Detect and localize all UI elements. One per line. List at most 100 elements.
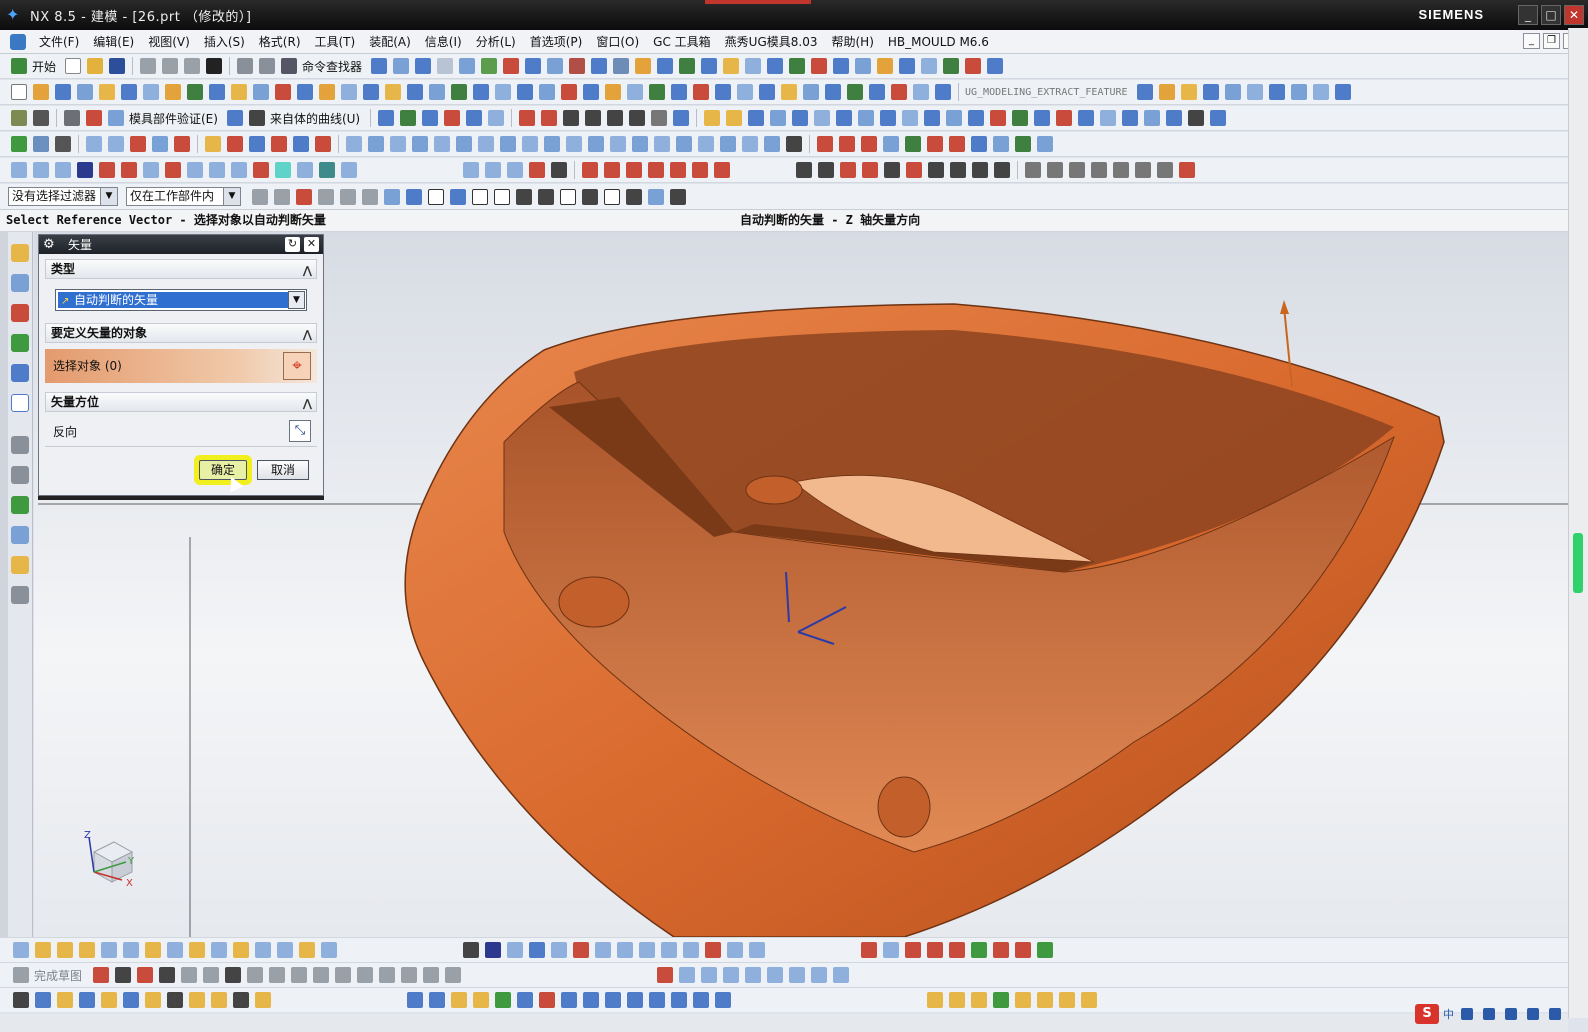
sketch-icon[interactable] <box>11 84 27 100</box>
tool-icon[interactable] <box>321 942 337 958</box>
tool-icon[interactable] <box>883 136 899 152</box>
tool-icon[interactable] <box>473 992 489 1008</box>
tool-icon[interactable] <box>906 162 922 178</box>
tool-icon[interactable] <box>946 110 963 126</box>
tool-icon[interactable] <box>683 942 699 958</box>
tool-icon[interactable] <box>33 162 49 178</box>
tool-icon[interactable] <box>770 110 787 126</box>
tool-icon[interactable] <box>86 110 102 126</box>
tool-icon[interactable] <box>315 136 331 152</box>
tool-icon[interactable] <box>11 110 27 126</box>
tool-icon[interactable] <box>77 162 93 178</box>
snap-icon[interactable] <box>648 188 664 205</box>
tool-icon[interactable] <box>1290 84 1307 100</box>
tool-icon[interactable] <box>905 942 921 958</box>
tool-icon[interactable] <box>293 136 309 152</box>
tool-icon[interactable] <box>187 162 203 178</box>
tool-icon[interactable] <box>529 162 545 178</box>
menu-hb-mould[interactable]: HB_MOULD M6.6 <box>881 35 996 49</box>
tray-icon[interactable] <box>1461 1008 1473 1020</box>
tool-icon[interactable] <box>582 162 598 178</box>
menu-analysis[interactable]: 分析(L) <box>469 33 523 50</box>
tool-icon[interactable] <box>291 967 308 983</box>
tool-icon[interactable] <box>1144 110 1161 126</box>
tool-icon[interactable] <box>583 84 599 100</box>
tool-icon[interactable] <box>993 992 1009 1008</box>
tool-icon[interactable] <box>357 967 374 983</box>
tool-icon[interactable] <box>583 992 599 1008</box>
tool-icon[interactable] <box>93 967 110 983</box>
tool-icon[interactable] <box>679 967 696 983</box>
tool-icon[interactable] <box>346 136 362 152</box>
tool-icon[interactable] <box>588 136 604 152</box>
collapse-icon[interactable]: ⋀ <box>303 262 312 280</box>
filter-icon[interactable] <box>318 188 334 205</box>
minimize-icon[interactable]: _ <box>1518 5 1538 25</box>
tool-icon[interactable] <box>13 942 29 958</box>
tool-icon[interactable] <box>749 942 765 958</box>
tool-icon[interactable] <box>1157 162 1173 178</box>
tool-icon[interactable] <box>704 110 721 126</box>
tool-icon[interactable] <box>745 58 762 74</box>
redo-icon[interactable] <box>259 58 276 74</box>
menu-tools[interactable]: 工具(T) <box>308 33 363 50</box>
tool-icon[interactable] <box>86 136 102 152</box>
tool-icon[interactable] <box>591 58 608 74</box>
tool-icon[interactable] <box>167 942 183 958</box>
tool-icon[interactable] <box>253 84 269 100</box>
tool-icon[interactable] <box>715 84 731 100</box>
snap-icon[interactable] <box>670 188 686 205</box>
tool-icon[interactable] <box>255 992 271 1008</box>
rectangle-icon[interactable] <box>884 162 900 178</box>
snap-center-icon[interactable] <box>560 188 576 205</box>
section-type-header[interactable]: 类型 ⋀ <box>45 259 317 279</box>
tool-icon[interactable] <box>57 992 73 1008</box>
tool-icon[interactable] <box>101 942 117 958</box>
tool-icon[interactable] <box>390 136 406 152</box>
tool-icon[interactable] <box>566 136 582 152</box>
tool-icon[interactable] <box>13 992 29 1008</box>
tool-icon[interactable] <box>671 992 687 1008</box>
circle-icon[interactable] <box>972 162 988 178</box>
tool-icon[interactable] <box>935 84 951 100</box>
tool-icon[interactable] <box>990 110 1007 126</box>
reverse-direction-icon[interactable]: ⤡ <box>289 420 311 442</box>
tool-icon[interactable] <box>485 162 501 178</box>
tool-icon[interactable] <box>836 110 853 126</box>
tool-icon[interactable] <box>817 136 833 152</box>
menu-insert[interactable]: 插入(S) <box>197 33 252 50</box>
tool-icon[interactable] <box>737 84 753 100</box>
tool-icon[interactable] <box>654 136 670 152</box>
tool-icon[interactable] <box>723 967 740 983</box>
extract-feature-label[interactable]: UG_MODELING_EXTRACT_FEATURE <box>965 87 1128 98</box>
tool-icon[interactable] <box>635 58 652 74</box>
tool-icon[interactable] <box>189 992 205 1008</box>
tool-icon[interactable] <box>478 136 494 152</box>
system-materials-icon[interactable] <box>11 466 29 484</box>
tool-icon[interactable] <box>271 136 287 152</box>
sketch-finish-icon[interactable] <box>13 967 29 983</box>
tool-icon[interactable] <box>313 967 330 983</box>
tool-icon[interactable] <box>627 84 643 100</box>
text-icon[interactable] <box>607 110 624 126</box>
tool-icon[interactable] <box>604 162 620 178</box>
vector-type-select[interactable]: ↗ 自动判断的矢量 ▼ <box>55 289 307 311</box>
tool-icon[interactable] <box>341 84 357 100</box>
tool-icon[interactable] <box>152 136 168 152</box>
tool-icon[interactable] <box>825 84 841 100</box>
tool-icon[interactable] <box>858 110 875 126</box>
tool-icon[interactable] <box>661 942 677 958</box>
tool-icon[interactable] <box>108 136 124 152</box>
tool-icon[interactable] <box>673 110 690 126</box>
tool-icon[interactable] <box>1113 162 1129 178</box>
tool-icon[interactable] <box>720 136 736 152</box>
start-button[interactable]: 开始 <box>32 58 56 75</box>
tool-icon[interactable] <box>987 58 1004 74</box>
tool-icon[interactable] <box>231 162 247 178</box>
tool-icon[interactable] <box>814 110 831 126</box>
tool-icon[interactable] <box>905 136 921 152</box>
tool-icon[interactable] <box>764 136 780 152</box>
save-icon[interactable] <box>109 58 126 74</box>
tool-icon[interactable] <box>714 162 730 178</box>
snap-icon[interactable] <box>450 188 466 205</box>
